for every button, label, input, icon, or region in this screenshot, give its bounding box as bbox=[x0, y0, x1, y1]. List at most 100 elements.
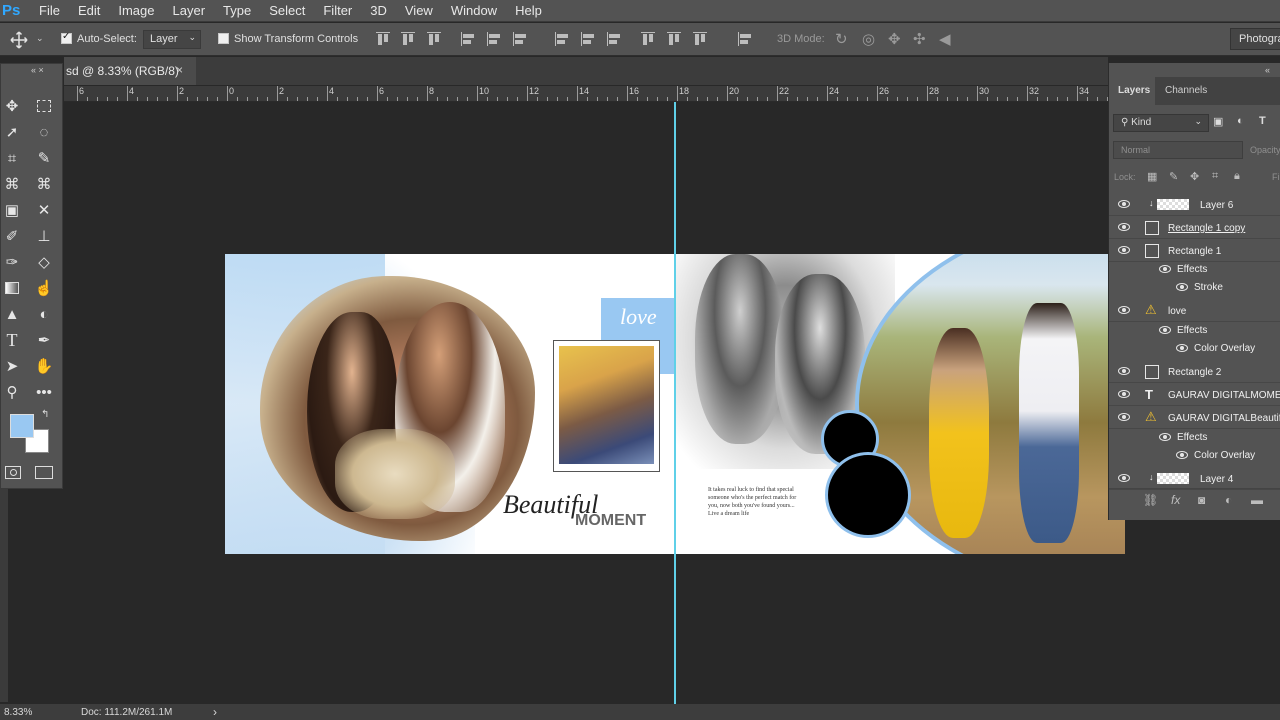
lock-position-icon[interactable]: ✥ bbox=[1190, 170, 1199, 183]
menu-file[interactable]: File bbox=[30, 3, 69, 18]
add-mask-icon[interactable]: ◙ bbox=[1198, 493, 1205, 507]
3d-scale-icon[interactable]: ◀ bbox=[939, 30, 951, 48]
screen-mode-icon[interactable] bbox=[35, 466, 53, 479]
brush-tool-icon[interactable]: ✐ bbox=[1, 225, 23, 247]
filter-kind-dropdown[interactable]: ⚲ Kind ⌄ bbox=[1113, 114, 1209, 132]
distribute-bottom-icon[interactable] bbox=[607, 32, 621, 46]
auto-select-checkbox[interactable] bbox=[61, 31, 72, 44]
effect-visibility-eye-icon[interactable] bbox=[1159, 433, 1171, 441]
vertical-guide[interactable] bbox=[674, 102, 676, 704]
zoom-level[interactable]: 8.33% bbox=[4, 707, 32, 718]
menu-view[interactable]: View bbox=[396, 3, 442, 18]
3d-slide-icon[interactable]: ✣ bbox=[913, 30, 926, 48]
effect-visibility-eye-icon[interactable] bbox=[1176, 344, 1188, 352]
visibility-eye-icon[interactable] bbox=[1118, 246, 1130, 254]
new-group-icon[interactable]: ▬ bbox=[1251, 493, 1263, 507]
move-tool-icon[interactable]: ✥ bbox=[1, 95, 23, 117]
align-left-icon[interactable] bbox=[461, 32, 475, 46]
3d-pan-icon[interactable]: ✥ bbox=[888, 30, 901, 48]
blur-tool-icon[interactable]: ▲ bbox=[1, 303, 23, 325]
eraser-tool-icon[interactable]: ◇ bbox=[33, 251, 55, 273]
lock-artboard-icon[interactable]: ⌗ bbox=[1212, 170, 1218, 183]
layer-row[interactable]: Rectangle 1 copy bbox=[1109, 217, 1280, 239]
patch-tool-icon[interactable]: ▣ bbox=[1, 199, 23, 221]
status-menu-arrow[interactable]: › bbox=[213, 705, 217, 719]
visibility-eye-icon[interactable] bbox=[1118, 223, 1130, 231]
menu-help[interactable]: Help bbox=[506, 3, 551, 18]
lock-all-icon[interactable]: 🔒︎ bbox=[1234, 170, 1240, 183]
effect-visibility-eye-icon[interactable] bbox=[1176, 283, 1188, 291]
3d-orbit-icon[interactable]: ↻ bbox=[835, 30, 848, 48]
quick-mask-icon[interactable] bbox=[5, 466, 21, 479]
layer-row[interactable]: T GAURAV DIGITALMOMENT bbox=[1109, 384, 1280, 406]
visibility-eye-icon[interactable] bbox=[1118, 390, 1130, 398]
more-tools-icon[interactable]: ••• bbox=[33, 381, 55, 403]
visibility-eye-icon[interactable] bbox=[1118, 306, 1130, 314]
filter-type-icon[interactable]: T bbox=[1259, 115, 1266, 127]
dodge-tool-icon[interactable]: ◐ bbox=[33, 303, 55, 325]
layer-row[interactable]: Effects bbox=[1109, 428, 1280, 447]
crop-tool-icon[interactable]: ⌗ bbox=[1, 147, 23, 169]
visibility-eye-icon[interactable] bbox=[1118, 413, 1130, 421]
visibility-eye-icon[interactable] bbox=[1118, 200, 1130, 208]
filter-image-icon[interactable]: ▣ bbox=[1213, 115, 1223, 128]
align-top-icon[interactable] bbox=[376, 32, 390, 46]
effect-visibility-eye-icon[interactable] bbox=[1159, 326, 1171, 334]
layer-row[interactable]: ↓ Layer 6 bbox=[1109, 194, 1280, 216]
visibility-eye-icon[interactable] bbox=[1118, 367, 1130, 375]
align-bottom-icon[interactable] bbox=[427, 32, 441, 46]
menu-image[interactable]: Image bbox=[109, 3, 163, 18]
quick-select-tool-icon[interactable]: ◌ bbox=[33, 121, 55, 143]
menu-select[interactable]: Select bbox=[260, 3, 314, 18]
history-brush-tool-icon[interactable]: ✑ bbox=[1, 251, 23, 273]
menu-filter[interactable]: Filter bbox=[314, 3, 361, 18]
type-tool-icon[interactable]: T bbox=[1, 329, 23, 351]
adjustment-layer-icon[interactable]: ◐ bbox=[1225, 493, 1232, 507]
swap-colors-icon[interactable]: ↰ bbox=[41, 409, 49, 420]
distribute-vcenter-icon[interactable] bbox=[581, 32, 595, 46]
spot-healing-tool-icon[interactable]: ⌘ bbox=[1, 173, 23, 195]
menu-layer[interactable]: Layer bbox=[164, 3, 215, 18]
tool-preset-arrow-icon[interactable]: ⌄ bbox=[36, 33, 44, 44]
lasso-tool-icon[interactable]: ➚ bbox=[1, 121, 23, 143]
layer-row[interactable]: Rectangle 2 bbox=[1109, 361, 1280, 383]
healing-brush-tool-icon[interactable]: ⌘ bbox=[33, 173, 55, 195]
distribute-top-icon[interactable] bbox=[555, 32, 569, 46]
zoom-tool-icon[interactable]: ⚲ bbox=[1, 381, 23, 403]
content-aware-move-icon[interactable]: ✕ bbox=[33, 199, 55, 221]
pen-tool-icon[interactable]: ✒ bbox=[33, 329, 55, 351]
tab-layers[interactable]: Layers bbox=[1109, 77, 1155, 105]
layer-row[interactable]: Color Overlay bbox=[1109, 446, 1280, 465]
effect-visibility-eye-icon[interactable] bbox=[1159, 265, 1171, 273]
filter-adjustment-icon[interactable]: ◐ bbox=[1237, 115, 1244, 127]
gradient-tool-icon[interactable] bbox=[1, 277, 23, 299]
distribute-hcenter-icon[interactable] bbox=[667, 32, 681, 46]
layer-row[interactable]: ⚠ GAURAV DIGITALBeautiful bbox=[1109, 407, 1280, 429]
visibility-eye-icon[interactable] bbox=[1118, 474, 1130, 482]
tab-channels[interactable]: Channels bbox=[1165, 85, 1207, 96]
effect-visibility-eye-icon[interactable] bbox=[1176, 451, 1188, 459]
menu-window[interactable]: Window bbox=[442, 3, 506, 18]
align-hcenter-icon[interactable] bbox=[487, 32, 501, 46]
blend-mode-dropdown[interactable]: Normal bbox=[1113, 141, 1243, 159]
3d-roll-icon[interactable]: ◎ bbox=[862, 30, 875, 48]
show-transform-checkbox[interactable] bbox=[218, 33, 229, 44]
layer-row[interactable]: Stroke bbox=[1109, 278, 1280, 297]
menu-type[interactable]: Type bbox=[214, 3, 260, 18]
menu-3d[interactable]: 3D bbox=[361, 3, 396, 18]
foreground-color-swatch[interactable] bbox=[10, 414, 34, 438]
fx-icon[interactable]: fx bbox=[1171, 493, 1180, 507]
close-tab-icon[interactable]: × bbox=[176, 63, 183, 77]
marquee-tool-icon[interactable] bbox=[33, 95, 55, 117]
collapse-panel-icon[interactable]: « bbox=[1265, 65, 1270, 75]
auto-align-icon[interactable] bbox=[738, 32, 752, 46]
smudge-tool-icon[interactable]: ☝ bbox=[33, 277, 55, 299]
align-vcenter-icon[interactable] bbox=[401, 32, 415, 46]
workspace-switcher[interactable]: Photogra bbox=[1230, 28, 1280, 50]
lock-transparent-icon[interactable]: ▦ bbox=[1147, 170, 1157, 183]
auto-select-dropdown[interactable]: Layer ⌄ bbox=[143, 30, 201, 49]
layer-row[interactable]: Rectangle 1 bbox=[1109, 240, 1280, 262]
layer-row[interactable]: ⚠ love bbox=[1109, 300, 1280, 322]
distribute-left-icon[interactable] bbox=[641, 32, 655, 46]
lock-image-icon[interactable]: ✎ bbox=[1169, 170, 1178, 183]
